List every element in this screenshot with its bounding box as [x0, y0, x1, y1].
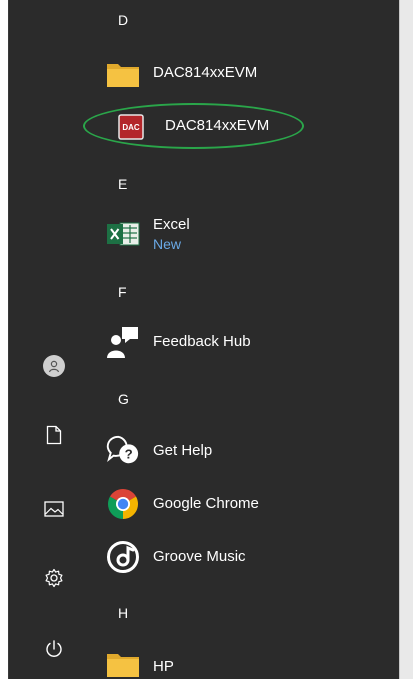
app-dac-folder[interactable]: DAC814xxEVM: [98, 50, 399, 96]
letter-header-g[interactable]: G: [118, 391, 129, 407]
app-groove-music[interactable]: Groove Music: [98, 533, 399, 579]
folder-icon: [106, 647, 140, 679]
app-google-chrome[interactable]: Google Chrome: [98, 480, 399, 526]
start-rail: [8, 0, 99, 679]
app-groove-music-label: Groove Music: [153, 548, 246, 565]
excel-icon: [106, 217, 140, 251]
new-badge: New: [153, 236, 182, 252]
letter-header-h[interactable]: H: [118, 605, 128, 621]
settings-button[interactable]: [27, 555, 81, 601]
documents-button[interactable]: [27, 412, 81, 458]
feedback-hub-icon: [106, 325, 140, 359]
app-feedback-hub-label: Feedback Hub: [153, 333, 251, 350]
dac-icon-text: DAC: [122, 123, 140, 132]
pictures-icon: [44, 501, 64, 517]
user-avatar-icon: [43, 355, 65, 377]
app-google-chrome-label: Google Chrome: [153, 495, 259, 512]
letter-header-d[interactable]: D: [118, 12, 128, 28]
power-icon: [46, 640, 62, 657]
app-excel[interactable]: Excel New: [98, 210, 399, 256]
get-help-icon: ?: [106, 433, 140, 467]
power-button[interactable]: [27, 626, 81, 672]
groove-music-icon: [106, 540, 140, 574]
letter-header-f[interactable]: F: [118, 284, 127, 300]
chrome-icon: [106, 487, 140, 521]
app-dac814xxevm[interactable]: DAC DAC814xxEVM: [83, 103, 399, 149]
app-excel-label: Excel: [153, 216, 190, 233]
pictures-button[interactable]: [27, 486, 81, 532]
svg-text:?: ?: [125, 447, 133, 462]
start-menu: D DAC814xxEVM DAC DAC814xxEVM E Excel Ne…: [0, 0, 413, 679]
document-icon: [46, 425, 62, 445]
app-feedback-hub[interactable]: Feedback Hub: [98, 318, 399, 364]
app-hp[interactable]: HP: [98, 640, 399, 679]
gear-icon: [45, 568, 63, 588]
app-get-help-label: Get Help: [153, 442, 213, 459]
app-hp-label: HP: [153, 658, 174, 675]
app-dac-folder-label: DAC814xxEVM: [153, 64, 258, 81]
app-dac814xxevm-label: DAC814xxEVM: [165, 117, 270, 134]
letter-header-e[interactable]: E: [118, 176, 127, 192]
app-list: D DAC814xxEVM DAC DAC814xxEVM E Excel Ne…: [83, 0, 399, 679]
app-get-help[interactable]: ? Get Help: [98, 426, 399, 472]
account-button[interactable]: [27, 343, 81, 389]
scrollbar-track[interactable]: [399, 0, 413, 679]
dac-app-icon: DAC: [118, 110, 144, 144]
folder-icon: [106, 57, 140, 91]
